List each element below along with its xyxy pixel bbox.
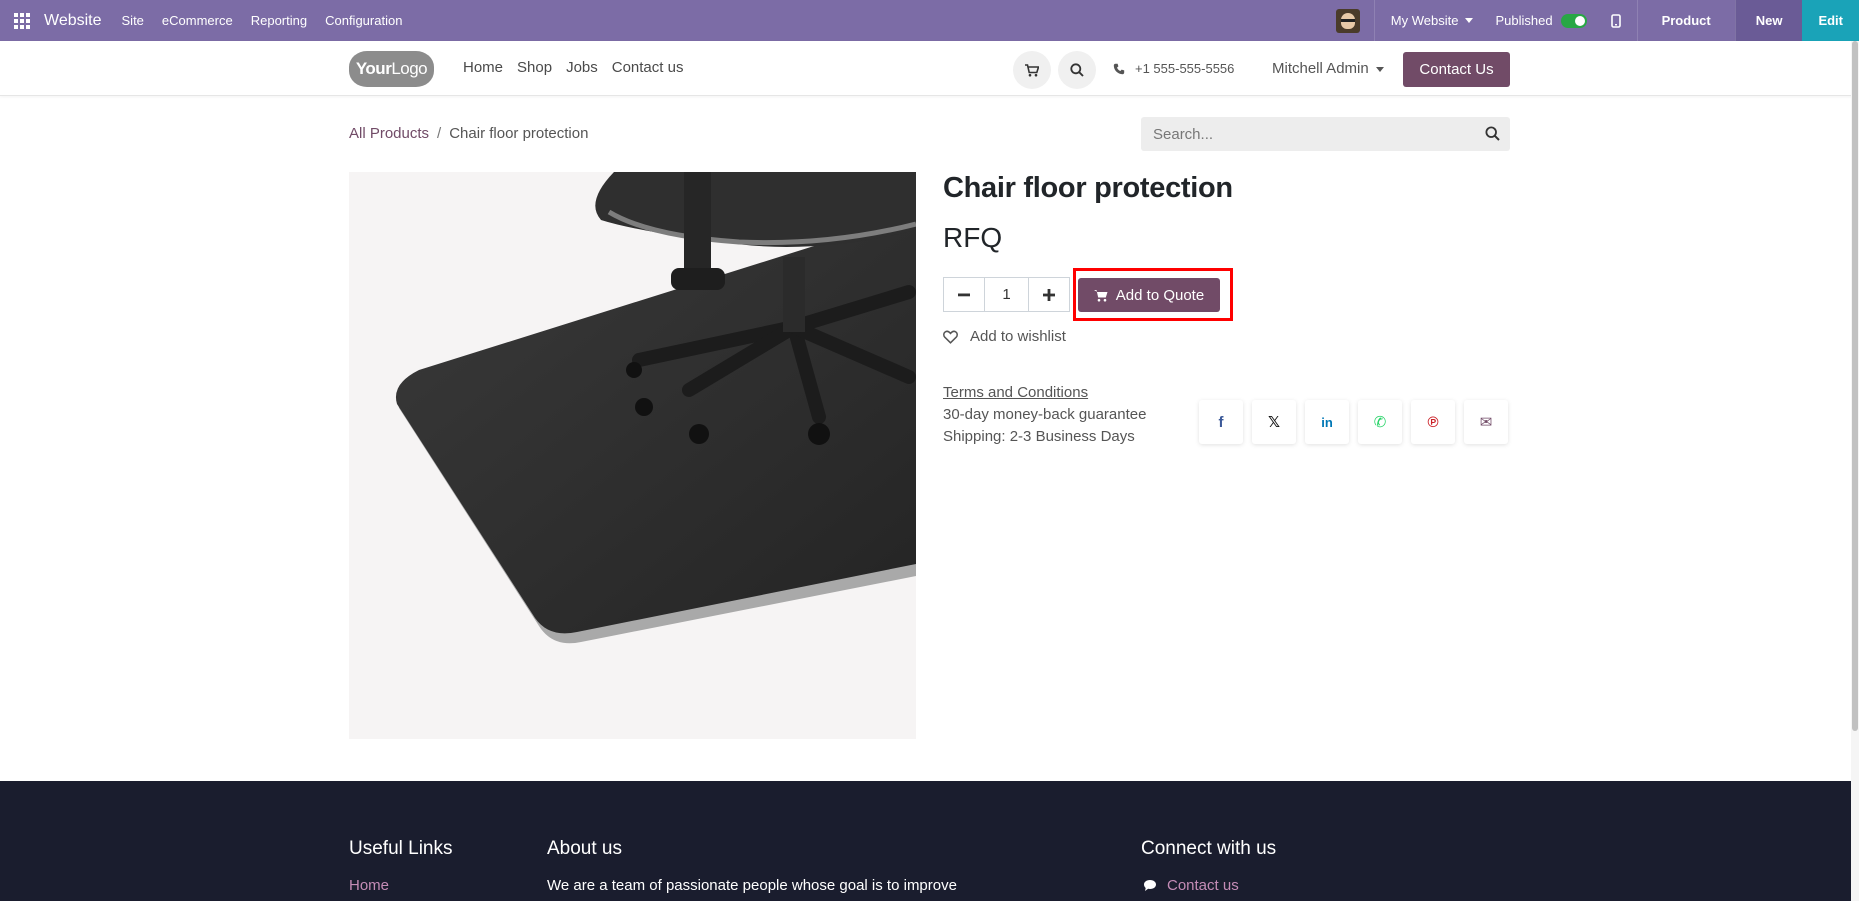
logo-text-light: Logo <box>391 59 428 78</box>
search-input[interactable] <box>1141 117 1471 151</box>
product-title: Chair floor protection <box>943 172 1233 204</box>
toggle-switch-icon <box>1560 13 1587 28</box>
app-name[interactable]: Website <box>44 12 102 30</box>
terms-and-conditions-link[interactable]: Terms and Conditions <box>943 384 1088 401</box>
user-menu[interactable]: Mitchell Admin <box>1272 60 1384 77</box>
chair-on-floor-mat-image <box>395 172 916 644</box>
main-nav: Home Shop Jobs Contact us <box>463 59 697 76</box>
heart-icon <box>943 330 958 344</box>
mobile-preview-button[interactable] <box>1601 0 1637 41</box>
site-header: Your Logo Home Shop Jobs Contact us +1 55… <box>0 41 1859 96</box>
admin-navbar: Website Site eCommerce Reporting Configu… <box>0 0 1859 41</box>
search-icon <box>1070 63 1084 77</box>
footer-link-home[interactable]: Home <box>349 877 389 894</box>
published-label: Published <box>1495 13 1553 28</box>
share-linkedin-button[interactable]: in <box>1305 400 1349 444</box>
header-search-button[interactable] <box>1058 51 1096 89</box>
menu-ecommerce[interactable]: eCommerce <box>162 13 233 28</box>
product-search <box>1141 117 1510 151</box>
breadcrumb: All Products / Chair floor protection <box>349 125 588 142</box>
mobile-phone-icon <box>1610 13 1621 28</box>
footer-about-text: We are a team of passionate people whose… <box>547 877 957 894</box>
avatar-icon <box>1335 8 1360 33</box>
site-logo[interactable]: Your Logo <box>349 51 434 87</box>
edit-button[interactable]: Edit <box>1802 0 1859 41</box>
nav-home[interactable]: Home <box>463 59 503 76</box>
quantity-decrease-button[interactable] <box>943 277 985 312</box>
cart-icon <box>1025 63 1039 76</box>
cart-button[interactable] <box>1013 51 1051 89</box>
breadcrumb-separator: / <box>437 125 442 142</box>
scrollbar-thumb[interactable] <box>1852 41 1858 731</box>
footer-useful-links-title: Useful Links <box>349 838 453 859</box>
add-to-quote-label: Add to Quote <box>1115 286 1205 304</box>
website-selector-label: My Website <box>1390 13 1459 28</box>
footer-contact-label: Contact us <box>1167 877 1239 894</box>
comment-icon <box>1144 880 1156 891</box>
minus-icon <box>958 293 970 296</box>
shipping-info-text: Shipping: 2-3 Business Days <box>943 428 1135 445</box>
share-email-button[interactable]: ✉ <box>1464 400 1508 444</box>
breadcrumb-all-products[interactable]: All Products <box>349 125 429 142</box>
contact-us-button[interactable]: Contact Us <box>1403 52 1510 87</box>
user-avatar[interactable] <box>1322 0 1374 41</box>
menu-configuration[interactable]: Configuration <box>325 13 402 28</box>
add-to-wishlist-link[interactable]: Add to wishlist <box>943 328 1066 345</box>
add-to-quote-button[interactable]: Add to Quote <box>1078 278 1220 312</box>
site-footer: Useful Links Home About us We are a team… <box>0 781 1851 901</box>
phone-number: +1 555-555-5556 <box>1135 61 1235 76</box>
quantity-increase-button[interactable] <box>1028 277 1070 312</box>
share-whatsapp-button[interactable]: ✆ <box>1358 400 1402 444</box>
apps-menu-icon[interactable] <box>0 0 44 41</box>
chevron-down-icon <box>1465 18 1474 23</box>
money-back-guarantee-text: 30-day money-back guarantee <box>943 406 1147 423</box>
menu-reporting[interactable]: Reporting <box>251 13 307 28</box>
linkedin-icon: in <box>1321 414 1333 430</box>
facebook-icon: f <box>1218 413 1224 431</box>
nav-shop[interactable]: Shop <box>517 59 552 76</box>
phone-icon <box>1113 63 1125 74</box>
share-x-button[interactable]: 𝕏 <box>1252 400 1296 444</box>
x-icon: 𝕏 <box>1267 414 1281 431</box>
page-scrollbar[interactable] <box>1851 41 1859 901</box>
footer-contact-link[interactable]: Contact us <box>1143 877 1239 894</box>
footer-connect-title: Connect with us <box>1141 838 1277 859</box>
published-toggle[interactable]: Published <box>1489 0 1600 41</box>
user-name: Mitchell Admin <box>1272 60 1369 77</box>
search-submit-button[interactable] <box>1485 126 1500 146</box>
nav-contact-us[interactable]: Contact us <box>612 59 684 76</box>
quantity-input[interactable]: 1 <box>985 277 1028 312</box>
plus-icon <box>1043 288 1055 301</box>
phone-link[interactable]: +1 555-555-5556 <box>1113 61 1234 76</box>
logo-text-bold: Your <box>355 59 392 78</box>
menu-site[interactable]: Site <box>122 13 144 28</box>
whatsapp-icon: ✆ <box>1373 414 1387 431</box>
breadcrumb-current: Chair floor protection <box>449 125 589 142</box>
cart-icon <box>1093 289 1108 301</box>
website-selector[interactable]: My Website <box>1373 0 1490 41</box>
product-menu-button[interactable]: Product <box>1636 0 1735 41</box>
product-image <box>349 172 916 739</box>
email-icon: ✉ <box>1479 414 1493 431</box>
share-facebook-button[interactable]: f <box>1199 400 1243 444</box>
pinterest-icon: ℗ <box>1427 413 1439 431</box>
chevron-down-icon <box>1375 66 1384 72</box>
product-price: RFQ <box>943 222 1003 253</box>
nav-jobs[interactable]: Jobs <box>566 59 598 76</box>
search-icon <box>1485 126 1500 141</box>
wishlist-label: Add to wishlist <box>970 328 1066 345</box>
quantity-stepper: 1 <box>943 277 1070 312</box>
share-buttons: f 𝕏 in ✆ ℗ ✉ <box>1199 400 1508 444</box>
new-button[interactable]: New <box>1734 0 1803 41</box>
share-pinterest-button[interactable]: ℗ <box>1411 400 1455 444</box>
footer-about-title: About us <box>547 838 622 859</box>
